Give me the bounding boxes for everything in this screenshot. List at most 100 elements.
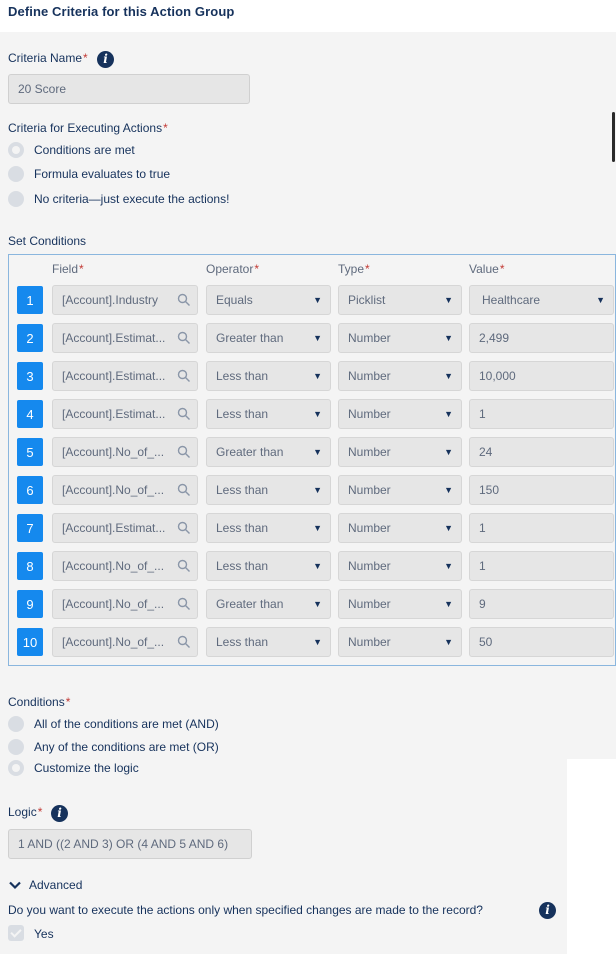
radio-button[interactable]: [8, 166, 24, 182]
radio-formula-true[interactable]: Formula evaluates to true: [8, 165, 170, 183]
info-icon[interactable]: i: [51, 805, 68, 822]
operator-select[interactable]: Greater than ▼: [206, 323, 331, 353]
caret-down-icon: ▼: [444, 333, 453, 343]
type-select[interactable]: Picklist ▼: [338, 285, 462, 315]
search-icon[interactable]: [177, 559, 191, 573]
column-header-operator: Operator*: [206, 262, 260, 276]
value-input[interactable]: 1: [469, 513, 614, 543]
operator-select[interactable]: Less than ▼: [206, 361, 331, 391]
value-input[interactable]: 1: [469, 399, 614, 429]
radio-button[interactable]: [8, 760, 24, 776]
operator-select[interactable]: Greater than ▼: [206, 589, 331, 619]
type-value: Number: [348, 407, 391, 421]
value-text: 10,000: [479, 369, 516, 383]
value-input[interactable]: 10,000: [469, 361, 614, 391]
type-select[interactable]: Number ▼: [338, 399, 462, 429]
advanced-question: Do you want to execute the actions only …: [8, 903, 483, 917]
advanced-toggle[interactable]: Advanced: [29, 878, 82, 892]
search-icon[interactable]: [177, 331, 191, 345]
caret-down-icon: ▼: [313, 523, 322, 533]
operator-value: Less than: [216, 483, 269, 497]
search-icon[interactable]: [177, 369, 191, 383]
field-lookup-input[interactable]: [Account].Industry: [52, 285, 198, 315]
radio-button[interactable]: [8, 142, 24, 158]
info-icon[interactable]: i: [539, 902, 556, 919]
scrollbar-thumb[interactable]: [612, 112, 615, 162]
field-lookup-input[interactable]: [Account].No_of_...: [52, 437, 198, 467]
search-icon[interactable]: [177, 445, 191, 459]
row-number: 3: [17, 362, 43, 390]
radio-all-and[interactable]: All of the conditions are met (AND): [8, 715, 219, 733]
value-text: 1: [479, 521, 486, 535]
operator-select[interactable]: Greater than ▼: [206, 437, 331, 467]
chevron-down-icon[interactable]: [9, 879, 21, 891]
caret-down-icon: ▼: [313, 409, 322, 419]
value-input[interactable]: 150: [469, 475, 614, 505]
info-icon[interactable]: i: [97, 51, 114, 68]
operator-select[interactable]: Less than ▼: [206, 475, 331, 505]
field-lookup-input[interactable]: [Account].No_of_...: [52, 475, 198, 505]
field-lookup-input[interactable]: [Account].No_of_...: [52, 551, 198, 581]
caret-down-icon: ▼: [444, 485, 453, 495]
field-value: [Account].Estimat...: [62, 331, 166, 345]
caret-down-icon: ▼: [444, 599, 453, 609]
type-select[interactable]: Number ▼: [338, 361, 462, 391]
radio-button[interactable]: [8, 191, 24, 207]
caret-down-icon: ▼: [313, 371, 322, 381]
field-lookup-input[interactable]: [Account].No_of_...: [52, 627, 198, 657]
type-value: Number: [348, 521, 391, 535]
type-select[interactable]: Number ▼: [338, 589, 462, 619]
operator-select[interactable]: Equals ▼: [206, 285, 331, 315]
type-select[interactable]: Number ▼: [338, 627, 462, 657]
value-input[interactable]: 9: [469, 589, 614, 619]
value-text: 2,499: [479, 331, 510, 345]
field-lookup-input[interactable]: [Account].Estimat...: [52, 323, 198, 353]
radio-conditions-met[interactable]: Conditions are met: [8, 141, 135, 159]
operator-value: Greater than: [216, 445, 284, 459]
search-icon[interactable]: [177, 635, 191, 649]
search-icon[interactable]: [177, 407, 191, 421]
caret-down-icon: ▼: [444, 447, 453, 457]
operator-select[interactable]: Less than ▼: [206, 513, 331, 543]
caret-down-icon: ▼: [444, 295, 453, 305]
value-input[interactable]: 1: [469, 551, 614, 581]
field-value: [Account].No_of_...: [62, 483, 165, 497]
row-number: 5: [17, 438, 43, 466]
radio-no-criteria[interactable]: No criteria—just execute the actions!: [8, 190, 229, 208]
field-lookup-input[interactable]: [Account].Estimat...: [52, 361, 198, 391]
value-text: 150: [479, 483, 500, 497]
criteria-name-input[interactable]: 20 Score: [8, 74, 250, 104]
type-select[interactable]: Number ▼: [338, 513, 462, 543]
type-value: Number: [348, 445, 391, 459]
search-icon[interactable]: [177, 483, 191, 497]
operator-value: Less than: [216, 635, 269, 649]
radio-any-or[interactable]: Any of the conditions are met (OR): [8, 738, 219, 756]
field-lookup-input[interactable]: [Account].No_of_...: [52, 589, 198, 619]
type-select[interactable]: Number ▼: [338, 551, 462, 581]
operator-select[interactable]: Less than ▼: [206, 399, 331, 429]
type-select[interactable]: Number ▼: [338, 323, 462, 353]
search-icon[interactable]: [177, 293, 191, 307]
value-input[interactable]: 24: [469, 437, 614, 467]
radio-button[interactable]: [8, 716, 24, 732]
value-input[interactable]: 2,499: [469, 323, 614, 353]
search-icon[interactable]: [177, 521, 191, 535]
value-select[interactable]: Healthcare ▼: [469, 285, 614, 315]
field-lookup-input[interactable]: [Account].Estimat...: [52, 513, 198, 543]
logic-input[interactable]: 1 AND ((2 AND 3) OR (4 AND 5 AND 6): [8, 829, 252, 859]
caret-down-icon: ▼: [313, 637, 322, 647]
set-conditions-label: Set Conditions: [8, 234, 87, 248]
operator-select[interactable]: Less than ▼: [206, 627, 331, 657]
type-select[interactable]: Number ▼: [338, 475, 462, 505]
type-value: Number: [348, 597, 391, 611]
yes-checkbox[interactable]: [8, 925, 24, 941]
search-icon[interactable]: [177, 597, 191, 611]
operator-select[interactable]: Less than ▼: [206, 551, 331, 581]
field-lookup-input[interactable]: [Account].Estimat...: [52, 399, 198, 429]
radio-button[interactable]: [8, 739, 24, 755]
type-select[interactable]: Number ▼: [338, 437, 462, 467]
conditions-label: Conditions*: [8, 695, 71, 709]
radio-customize-logic[interactable]: Customize the logic: [8, 759, 139, 777]
value-input[interactable]: 50: [469, 627, 614, 657]
operator-value: Less than: [216, 521, 269, 535]
